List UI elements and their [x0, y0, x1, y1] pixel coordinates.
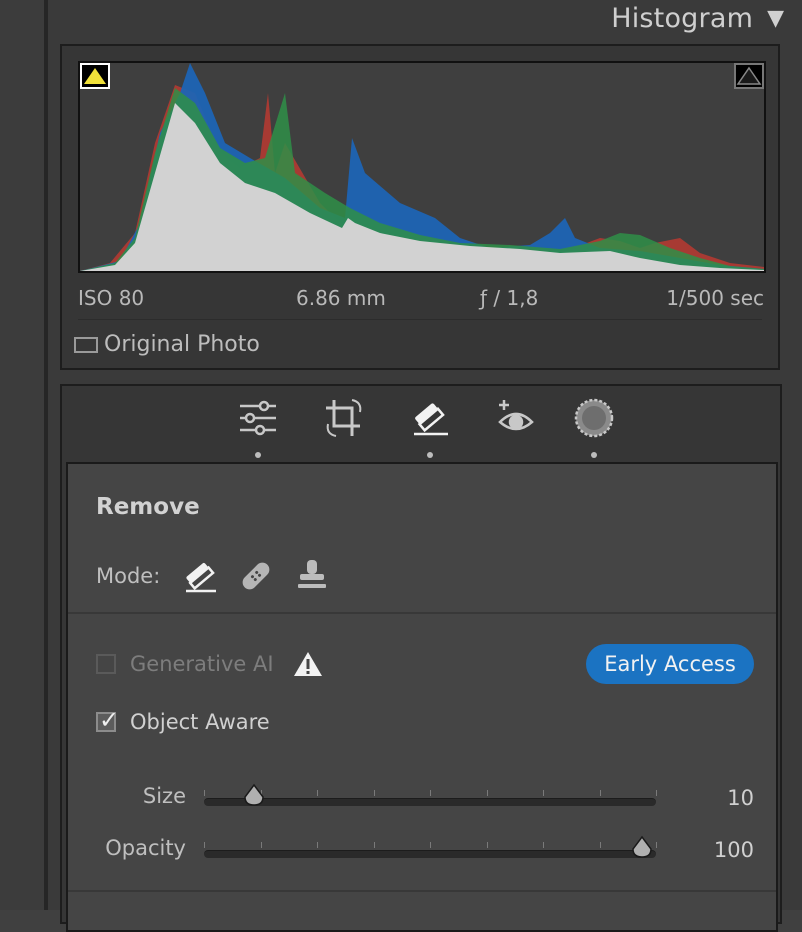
warning-icon[interactable]: [292, 650, 324, 678]
object-aware-label: Object Aware: [130, 710, 270, 734]
generative-ai-label: Generative AI: [130, 652, 274, 676]
remove-eraser-icon[interactable]: [408, 396, 452, 458]
slider-thumb[interactable]: [243, 783, 265, 809]
original-photo-label: Original Photo: [104, 332, 260, 357]
exif-focal-length: 6.86 mm: [296, 286, 386, 310]
exif-aperture: ƒ / 1,8: [480, 286, 539, 310]
object-aware-checkbox[interactable]: [96, 706, 119, 734]
slider-tick: [600, 842, 601, 848]
histogram-panel: ISO 80 6.86 mm ƒ / 1,8 1/500 sec Origina…: [60, 44, 780, 370]
histogram-title: Histogram: [611, 2, 754, 34]
slider-thumb[interactable]: [631, 835, 653, 861]
remove-divider: [68, 612, 776, 614]
tool-indicator-dot: [255, 452, 261, 458]
remove-bottom-divider: [68, 890, 776, 892]
slider-tick: [317, 842, 318, 848]
size-slider-track[interactable]: [204, 783, 657, 806]
tools-panel: Remove Mode: Generative AI Early Access …: [60, 384, 782, 932]
slider-tick: [204, 842, 205, 848]
tool-indicator-dot: [427, 452, 433, 458]
slider-tick: [487, 790, 488, 796]
object-aware-row: Object Aware: [96, 706, 270, 734]
size-value[interactable]: 10: [727, 786, 754, 810]
generative-ai-row: Generative AI: [96, 650, 324, 678]
slider-tick: [543, 842, 544, 848]
opacity-slider-row: Opacity 100: [68, 835, 776, 866]
edit-sliders-icon[interactable]: [236, 396, 280, 458]
histogram-header[interactable]: Histogram ▼: [611, 0, 784, 36]
slider-tick: [261, 842, 262, 848]
crop-icon[interactable]: [322, 396, 366, 444]
size-label: Size: [142, 784, 186, 808]
histogram-divider: [78, 319, 762, 320]
remove-title: Remove: [96, 494, 200, 520]
slider-tick: [656, 790, 657, 796]
opacity-slider-track[interactable]: [204, 835, 657, 858]
heal-bandage-icon[interactable]: [236, 556, 276, 596]
histogram-plot: [78, 61, 766, 273]
mode-label: Mode:: [96, 564, 161, 588]
early-access-button[interactable]: Early Access: [586, 644, 754, 684]
slider-tick: [600, 790, 601, 796]
slider-tick: [430, 790, 431, 796]
tool-strip: [62, 386, 780, 462]
left-panel-strip: [0, 0, 44, 910]
slider-tick: [374, 842, 375, 848]
generative-ai-checkbox[interactable]: [96, 654, 116, 674]
slider-tick: [487, 842, 488, 848]
remove-panel: Remove Mode: Generative AI Early Access …: [66, 462, 778, 932]
highlight-clipping-indicator[interactable]: [734, 63, 764, 89]
original-photo-checkbox[interactable]: [74, 336, 98, 353]
slider-tick: [430, 842, 431, 848]
opacity-value[interactable]: 100: [714, 838, 754, 862]
size-slider-row: Size 10: [68, 783, 776, 814]
red-eye-icon[interactable]: [494, 396, 538, 444]
eraser-icon[interactable]: [180, 556, 220, 596]
tool-indicator-dot: [591, 452, 597, 458]
mode-row: Mode:: [96, 556, 348, 596]
opacity-label: Opacity: [105, 836, 186, 860]
exif-shutter-speed: 1/500 sec: [666, 286, 764, 310]
clone-stamp-icon[interactable]: [292, 556, 332, 596]
slider-tick: [656, 842, 657, 848]
slider-tick: [204, 790, 205, 796]
slider-tick: [543, 790, 544, 796]
masking-icon[interactable]: [572, 396, 616, 458]
shadow-clipping-indicator[interactable]: [80, 63, 110, 89]
exif-iso: ISO 80: [78, 286, 145, 310]
collapse-triangle-icon[interactable]: ▼: [767, 6, 784, 31]
original-photo-toggle[interactable]: Original Photo: [74, 332, 260, 357]
slider-tick: [374, 790, 375, 796]
slider-tick: [317, 790, 318, 796]
